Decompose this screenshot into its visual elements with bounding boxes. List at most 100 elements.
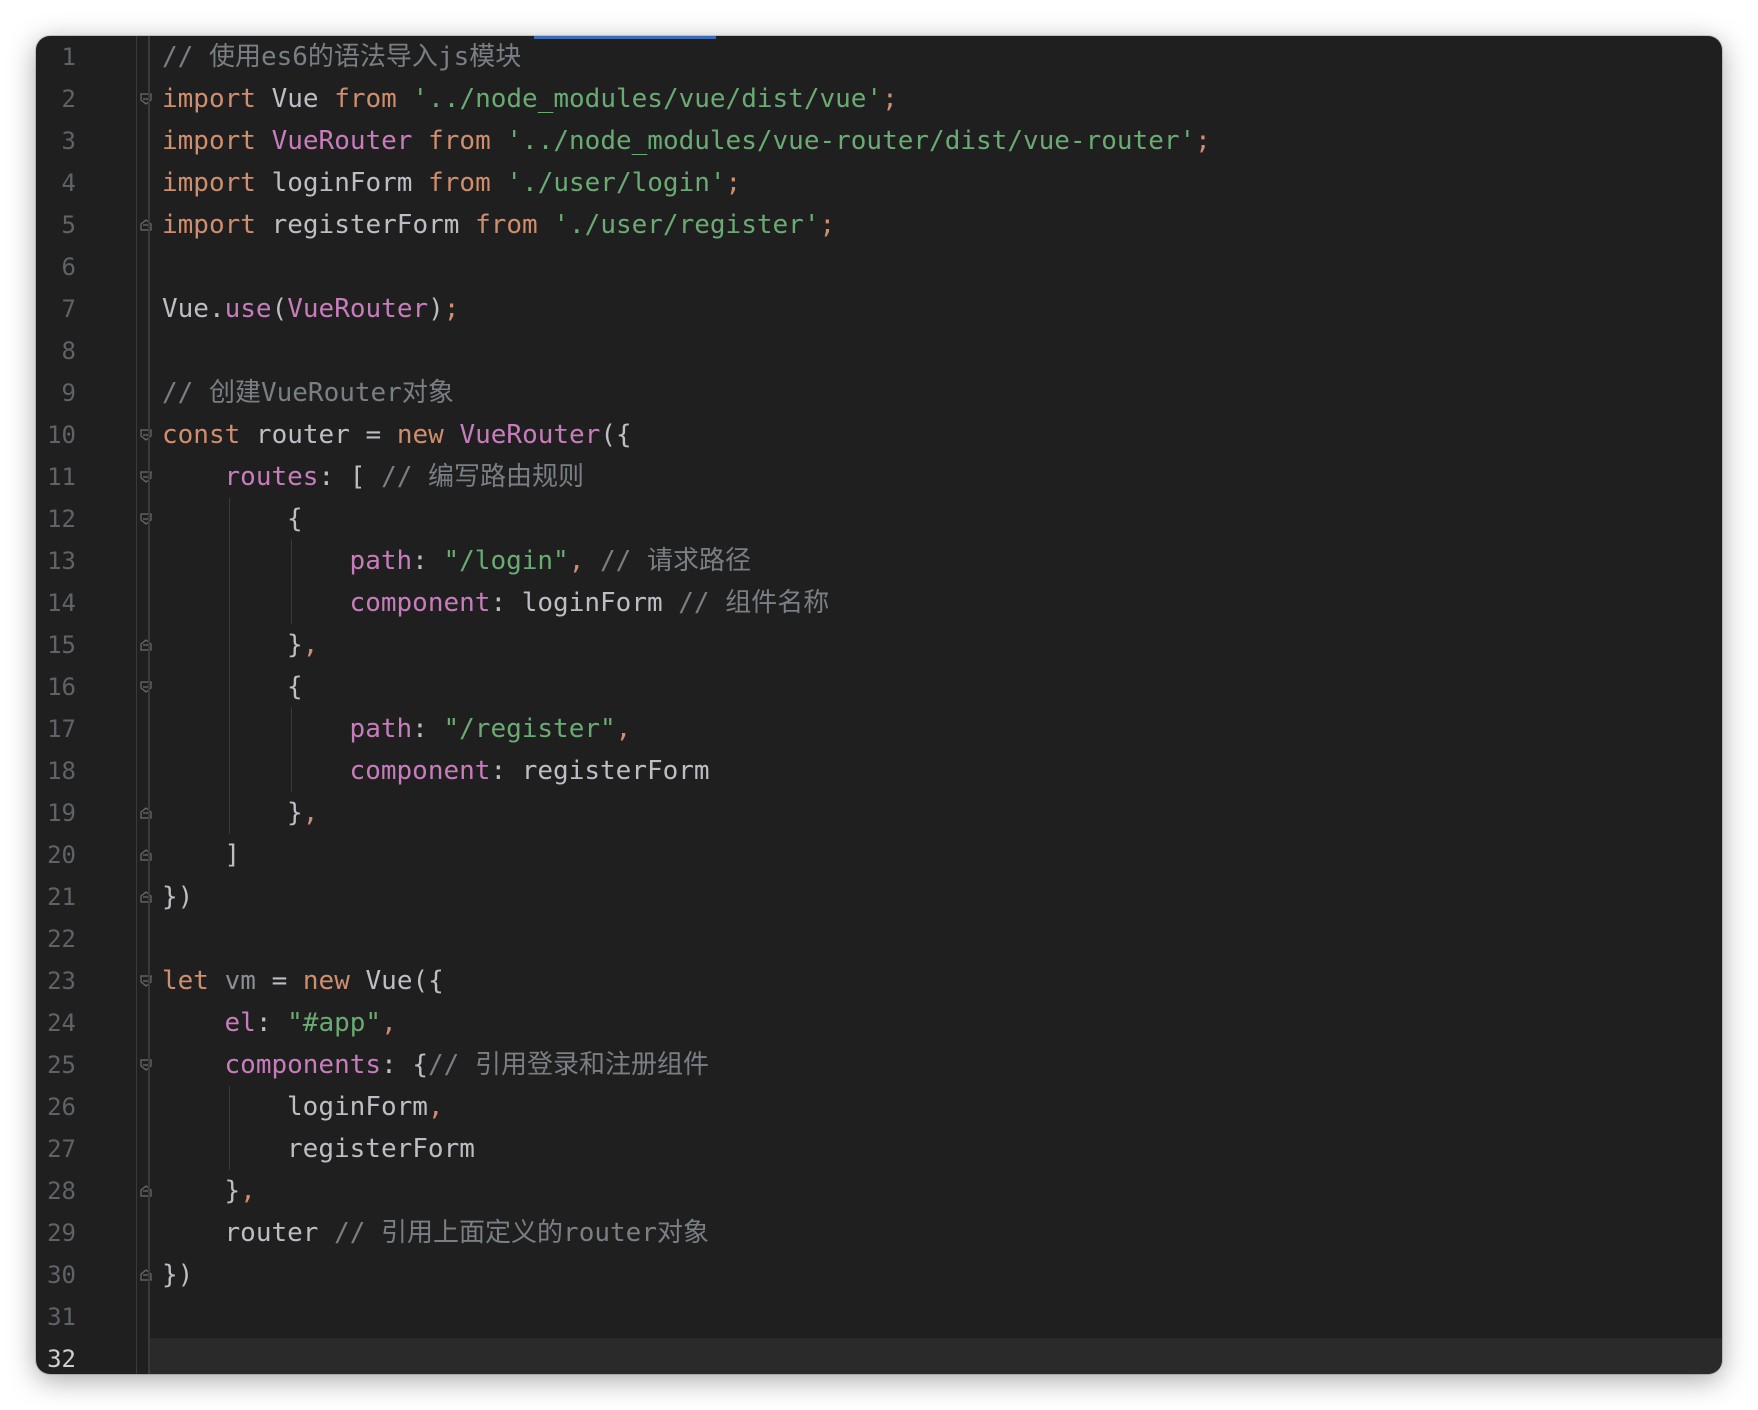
- fold-open-icon[interactable]: [140, 1059, 152, 1071]
- code-token-kw: from: [428, 126, 491, 156]
- code-line[interactable]: 8: [36, 330, 1722, 372]
- code-token-kw: import: [162, 126, 256, 156]
- fold-close-icon[interactable]: [140, 1185, 152, 1197]
- code-line[interactable]: 18 component: registerForm: [36, 750, 1722, 792]
- code-token-plain: ]: [224, 840, 241, 870]
- code-token-prop: component: [349, 756, 491, 786]
- code-line[interactable]: 11 routes: [ // 编写路由规则: [36, 456, 1722, 498]
- code-token-str: '../node_modules/vue-router/dist/vue-rou…: [506, 126, 1196, 156]
- code-token-plain: }: [224, 1176, 241, 1206]
- code-text: {: [287, 498, 303, 540]
- code-token-plain: }: [287, 798, 303, 828]
- fold-close-icon[interactable]: [140, 219, 152, 231]
- code-token-punc: ,: [427, 1092, 444, 1122]
- code-line[interactable]: 2 import Vue from '../node_modules/vue/di…: [36, 78, 1722, 120]
- code-token-plain: router: [224, 1218, 335, 1248]
- code-line[interactable]: 17 path: "/register",: [36, 708, 1722, 750]
- code-text: routes: [ // 编写路由规则: [225, 456, 585, 498]
- code-line[interactable]: 13 path: "/login", // 请求路径: [36, 540, 1722, 582]
- code-token-fn: use: [224, 294, 272, 324]
- code-line[interactable]: 10 const router = new VueRouter({: [36, 414, 1722, 456]
- code-token-plain: : registerForm: [490, 756, 710, 786]
- code-token-plain: registerForm: [287, 1134, 475, 1164]
- code-line[interactable]: 27 registerForm: [36, 1128, 1722, 1170]
- code-token-cls: VueRouter: [287, 294, 429, 324]
- fold-open-icon[interactable]: [140, 93, 152, 105]
- line-number: 8: [61, 337, 76, 365]
- code-line[interactable]: 30}): [36, 1254, 1722, 1296]
- code-token-punc: ;: [819, 210, 836, 240]
- code-line[interactable]: 26 loginForm,: [36, 1086, 1722, 1128]
- code-token-str: "#app": [287, 1008, 382, 1038]
- code-line[interactable]: 24 el: "#app",: [36, 1002, 1722, 1044]
- code-line[interactable]: 32: [36, 1338, 1722, 1374]
- fold-close-icon[interactable]: [140, 891, 152, 903]
- code-token-plain: }): [162, 1260, 194, 1290]
- code-text: import Vue from '../node_modules/vue/dis…: [162, 78, 898, 120]
- code-line[interactable]: 3 import VueRouter from '../node_modules/…: [36, 120, 1722, 162]
- code-line[interactable]: 22: [36, 918, 1722, 960]
- line-number: 9: [61, 379, 76, 407]
- code-token-kw: new: [302, 966, 350, 996]
- code-line[interactable]: 21}): [36, 876, 1722, 918]
- code-token-plain: loginForm: [255, 168, 429, 198]
- code-line[interactable]: 12 {: [36, 498, 1722, 540]
- code-token-str: './user/login': [506, 168, 726, 198]
- code-text: // 创建VueRouter对象: [162, 372, 454, 414]
- code-line[interactable]: 16 {: [36, 666, 1722, 708]
- code-token-kw: import: [162, 84, 256, 114]
- code-token-plain: }): [162, 882, 194, 912]
- fold-close-icon[interactable]: [140, 639, 152, 651]
- line-number: 23: [47, 967, 76, 995]
- code-line[interactable]: 15},: [36, 624, 1722, 666]
- code-line[interactable]: 6: [36, 246, 1722, 288]
- code-line[interactable]: 31: [36, 1296, 1722, 1338]
- fold-open-icon[interactable]: [140, 429, 152, 441]
- line-number: 2: [61, 85, 76, 113]
- code-line[interactable]: 1 // 使用es6的语法导入js模块: [36, 36, 1722, 78]
- code-line[interactable]: 5 import registerForm from './user/regist…: [36, 204, 1722, 246]
- code-text: registerForm: [287, 1128, 475, 1170]
- code-line[interactable]: 29 router // 引用上面定义的router对象: [36, 1212, 1722, 1254]
- code-line[interactable]: 23 let vm = new Vue({: [36, 960, 1722, 1002]
- line-number: 17: [47, 715, 76, 743]
- fold-close-icon[interactable]: [140, 1269, 152, 1281]
- code-line[interactable]: 25 components: {// 引用登录和注册组件: [36, 1044, 1722, 1086]
- line-number: 6: [61, 253, 76, 281]
- fold-close-icon[interactable]: [140, 849, 152, 861]
- code-line[interactable]: 4 import loginForm from './user/login';: [36, 162, 1722, 204]
- fold-close-icon[interactable]: [140, 807, 152, 819]
- line-number: 16: [47, 673, 76, 701]
- code-token-cmt: // 请求路径: [600, 546, 751, 576]
- code-token-str: '../node_modules/vue/dist/vue': [412, 84, 883, 114]
- code-token-punc: ,: [381, 1008, 397, 1038]
- fold-open-icon[interactable]: [140, 471, 152, 483]
- fold-open-icon[interactable]: [140, 975, 152, 987]
- line-number: 19: [47, 799, 76, 827]
- code-line[interactable]: 9 // 创建VueRouter对象: [36, 372, 1722, 414]
- code-token-plain: : [: [318, 462, 382, 492]
- code-token-punc: ;: [725, 168, 742, 198]
- code-line[interactable]: 7 Vue.use(VueRouter);: [36, 288, 1722, 330]
- fold-open-icon[interactable]: [140, 513, 152, 525]
- code-line[interactable]: 20]: [36, 834, 1722, 876]
- code-token-kw: let: [162, 966, 209, 996]
- code-line[interactable]: 14 component: loginForm // 组件名称: [36, 582, 1722, 624]
- code-token-str: "/register": [443, 714, 616, 744]
- line-number: 21: [47, 883, 76, 911]
- code-text: component: loginForm // 组件名称: [350, 582, 830, 624]
- code-line[interactable]: 28},: [36, 1170, 1722, 1212]
- code-token-prop: path: [349, 714, 413, 744]
- code-token-plain: {: [287, 672, 303, 702]
- fold-open-icon[interactable]: [140, 681, 152, 693]
- code-token-punc: ,: [615, 714, 632, 744]
- code-area[interactable]: 1 // 使用es6的语法导入js模块 2 import Vue from '../n…: [36, 36, 1722, 1374]
- code-text: component: registerForm: [350, 750, 710, 792]
- code-line[interactable]: 19},: [36, 792, 1722, 834]
